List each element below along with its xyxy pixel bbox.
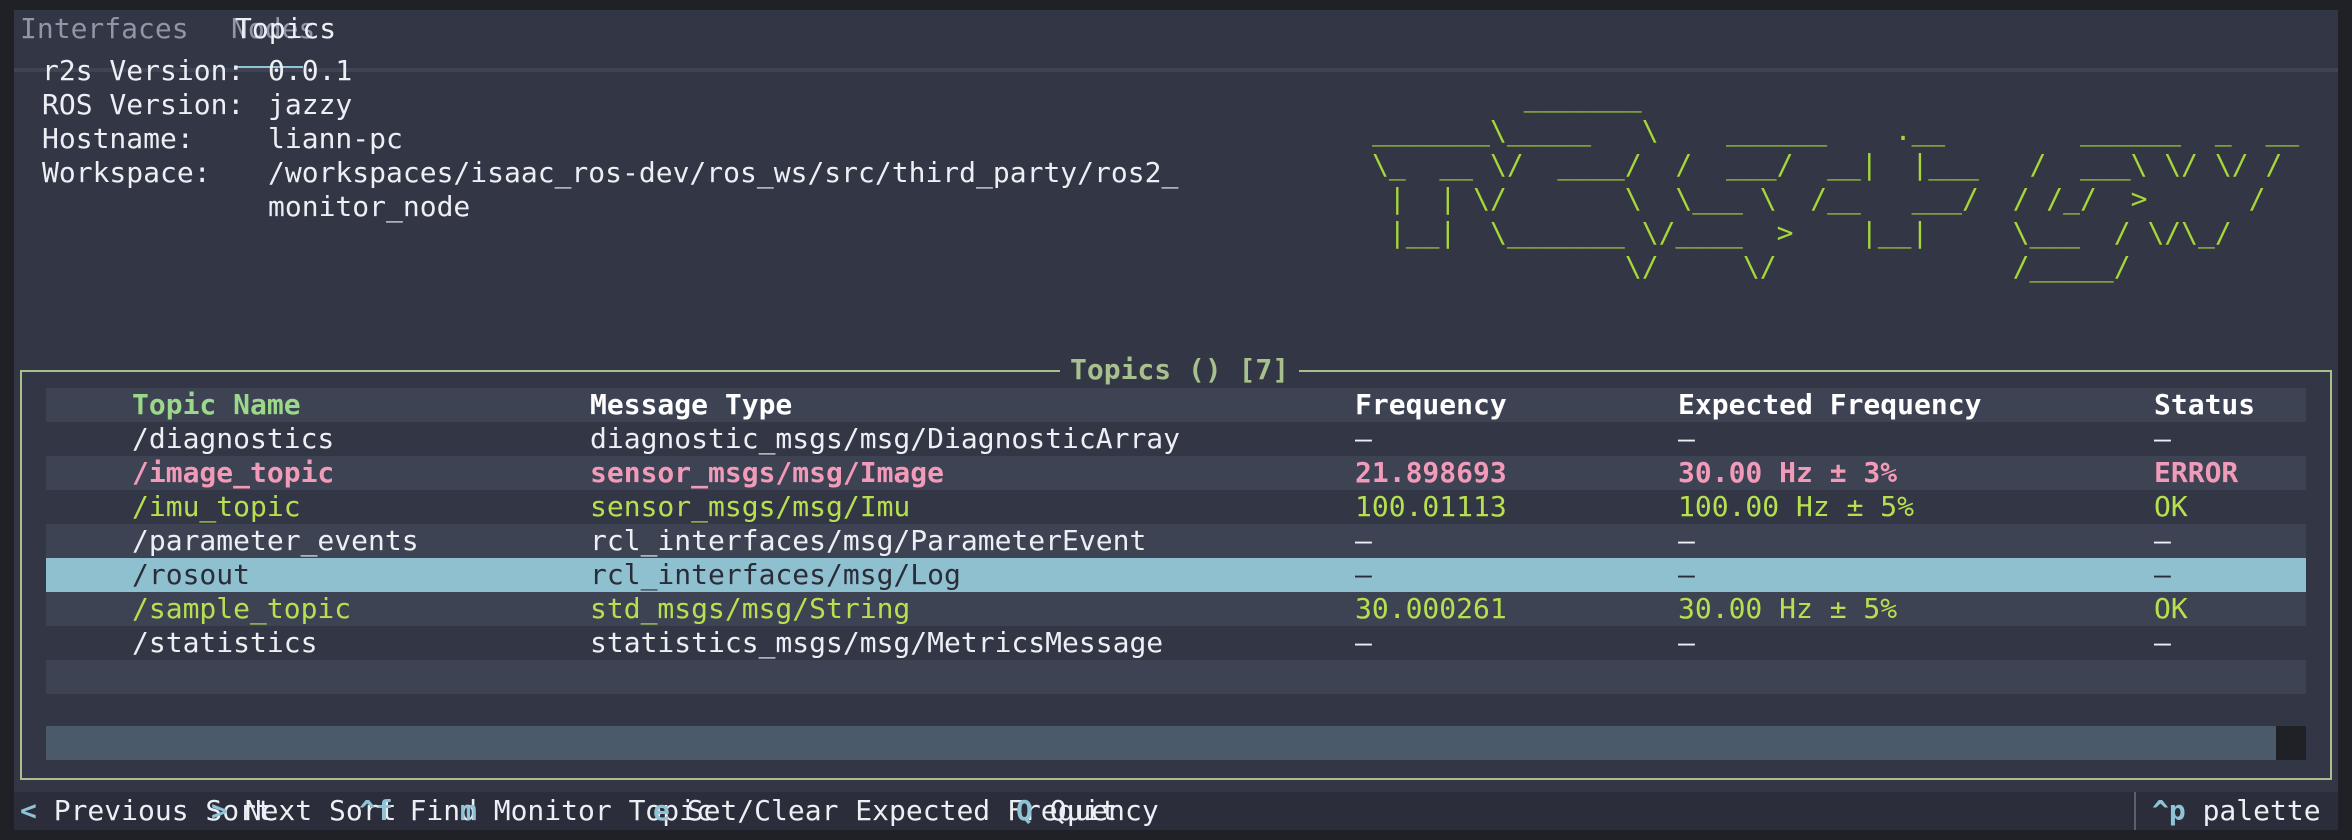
cell-topic-name: /imu_topic	[132, 490, 301, 523]
cell-frequency: 21.898693	[1355, 456, 1507, 489]
key-description: palette	[2202, 794, 2321, 827]
hostname-label: Hostname:	[42, 122, 194, 155]
panel-title: Topics () [7]	[1060, 353, 1300, 387]
terminal-screen: Interfaces Nodes Topics r2s Version: 0.0…	[14, 10, 2338, 830]
table-row[interactable]: /image_topic sensor_msgs/msg/Image 21.8986…	[46, 456, 2306, 490]
empty-table-row	[46, 694, 2306, 728]
ros-version-label: ROS Version:	[42, 88, 245, 121]
cell-expected-frequency: –	[1678, 422, 1695, 455]
cell-topic-name: /sample_topic	[132, 592, 352, 625]
table-row[interactable]: /imu_topic sensor_msgs/msg/Imu 100.01113 10…	[46, 490, 2306, 524]
table-row[interactable]: /sample_topic std_msgs/msg/String 30.00026…	[46, 592, 2306, 626]
column-header-message-type[interactable]: Message Type	[590, 388, 792, 422]
tab-bar: Interfaces Nodes Topics	[14, 10, 2338, 72]
cell-message-type: diagnostic_msgs/msg/DiagnosticArray	[590, 422, 1181, 455]
key-symbol: e	[653, 794, 670, 827]
key-symbol: >	[211, 794, 228, 827]
workspace-value-line2: monitor_node	[268, 190, 471, 223]
column-header-expected-frequency[interactable]: Expected Frequency	[1678, 388, 1981, 422]
footer-keybindings: < Previous Sort > Next Sort ^f Find m Mo…	[14, 792, 2338, 830]
key-symbol: Q	[1016, 794, 1033, 827]
tab-interfaces[interactable]: Interfaces	[20, 12, 189, 46]
column-header-topic-name[interactable]: Topic Name	[132, 388, 301, 422]
cell-message-type: sensor_msgs/msg/Imu	[590, 490, 911, 523]
cell-status: –	[2154, 626, 2171, 659]
cell-expected-frequency: –	[1678, 524, 1695, 557]
cell-status: OK	[2154, 592, 2188, 625]
cell-topic-name: /statistics	[132, 626, 318, 659]
hostname-value: liann-pc	[268, 122, 403, 155]
key-quit[interactable]: Q Quit	[1016, 794, 1117, 828]
table-row[interactable]: /statistics statistics_msgs/msg/MetricsMe…	[46, 626, 2306, 660]
scrollbar-thumb[interactable]	[2276, 726, 2306, 760]
topics-table: Topic Name Message Type Frequency Expect…	[46, 388, 2306, 728]
cell-status: –	[2154, 524, 2171, 557]
cell-status: OK	[2154, 490, 2188, 523]
r2s-version-value: 0.0.1	[268, 54, 353, 87]
column-header-frequency[interactable]: Frequency	[1355, 388, 1507, 422]
table-header-row: Topic Name Message Type Frequency Expect…	[46, 388, 2306, 422]
key-symbol: ^p	[2152, 794, 2186, 827]
footer-divider	[2134, 792, 2136, 830]
r2s-ascii-logo: _______ _______\_____ \ ______ .__ _____…	[1372, 80, 2300, 283]
cell-status: –	[2154, 558, 2171, 591]
cell-message-type: statistics_msgs/msg/MetricsMessage	[590, 626, 1164, 659]
tab-bar-divider	[14, 68, 2338, 72]
cell-message-type: std_msgs/msg/String	[590, 592, 911, 625]
key-description: Quit	[1049, 794, 1118, 827]
horizontal-scrollbar[interactable]	[46, 726, 2306, 760]
empty-table-row	[46, 660, 2306, 694]
cell-expected-frequency: 30.00 Hz ± 3%	[1678, 456, 1898, 489]
cell-message-type: sensor_msgs/msg/Image	[590, 456, 945, 489]
key-symbol: <	[20, 794, 37, 827]
r2s-version-label: r2s Version:	[42, 54, 245, 87]
cell-topic-name: /diagnostics	[132, 422, 335, 455]
cell-frequency: 100.01113	[1355, 490, 1507, 523]
table-row[interactable]: /parameter_events rcl_interfaces/msg/Para…	[46, 524, 2306, 558]
column-header-status[interactable]: Status	[2154, 388, 2255, 422]
cell-frequency: –	[1355, 626, 1372, 659]
cell-expected-frequency: 30.00 Hz ± 5%	[1678, 592, 1898, 625]
ros-version-value: jazzy	[268, 88, 353, 121]
cell-frequency: –	[1355, 524, 1372, 557]
key-palette[interactable]: ^p palette	[2152, 794, 2321, 828]
cell-expected-frequency: 100.00 Hz ± 5%	[1678, 490, 1915, 523]
cell-status: –	[2154, 422, 2171, 455]
cell-topic-name: /image_topic	[132, 456, 335, 489]
cell-topic-name: /rosout	[132, 558, 251, 591]
table-row[interactable]: /rosout rcl_interfaces/msg/Log – – –	[46, 558, 2306, 592]
key-symbol: m	[460, 794, 477, 827]
cell-frequency: 30.000261	[1355, 592, 1507, 625]
cell-expected-frequency: –	[1678, 558, 1695, 591]
cell-frequency: –	[1355, 558, 1372, 591]
tab-topics[interactable]: Topics	[235, 12, 336, 46]
cell-message-type: rcl_interfaces/msg/Log	[590, 558, 961, 591]
cell-message-type: rcl_interfaces/msg/ParameterEvent	[590, 524, 1147, 557]
key-symbol: ^f	[359, 794, 393, 827]
cell-status: ERROR	[2154, 456, 2239, 489]
cell-topic-name: /parameter_events	[132, 524, 419, 557]
workspace-label: Workspace:	[42, 156, 211, 189]
cell-frequency: –	[1355, 422, 1372, 455]
workspace-value-line1: /workspaces/isaac_ros-dev/ros_ws/src/thi…	[268, 156, 1179, 189]
cell-expected-frequency: –	[1678, 626, 1695, 659]
table-row[interactable]: /diagnostics diagnostic_msgs/msg/Diagnost…	[46, 422, 2306, 456]
